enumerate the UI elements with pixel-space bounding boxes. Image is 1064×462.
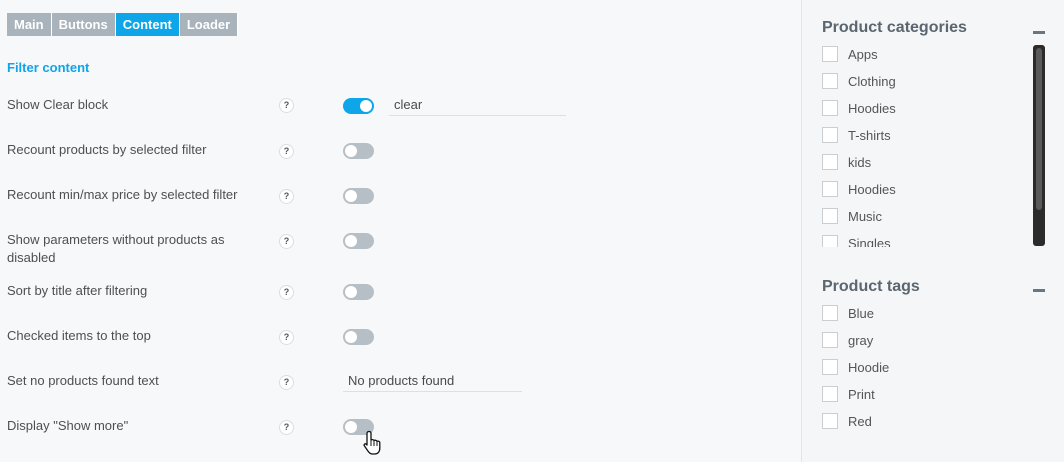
tab-main[interactable]: Main — [7, 13, 52, 36]
tag-label: gray — [848, 333, 874, 348]
clear-text-input[interactable] — [389, 94, 566, 116]
setting-label: Recount products by selected filter — [7, 142, 207, 157]
show-clear-block-toggle[interactable] — [343, 98, 374, 114]
checked-to-top-toggle[interactable] — [343, 329, 374, 345]
setting-label: Recount min/max price by selected filter — [7, 187, 238, 202]
help-icon[interactable]: ? — [279, 330, 294, 345]
checkbox[interactable] — [822, 332, 838, 348]
settings-tabs: Main Buttons Content Loader — [7, 13, 239, 36]
sort-by-title-toggle[interactable] — [343, 284, 374, 300]
tag-label: Blue — [848, 306, 875, 321]
checkbox[interactable] — [822, 154, 838, 170]
checkbox[interactable] — [822, 46, 838, 62]
checkbox[interactable] — [822, 413, 838, 429]
checkbox[interactable] — [822, 181, 838, 197]
checkbox[interactable] — [822, 359, 838, 375]
setting-label: Display "Show more" — [7, 418, 129, 433]
checkbox[interactable] — [822, 73, 838, 89]
tab-buttons[interactable]: Buttons — [51, 13, 116, 36]
categories-scrollbar[interactable] — [1033, 45, 1045, 246]
help-icon[interactable]: ? — [279, 420, 294, 435]
category-label: Music — [848, 209, 882, 224]
tab-loader[interactable]: Loader — [179, 13, 239, 36]
tab-content[interactable]: Content — [115, 13, 180, 36]
setting-label: Show Clear block — [7, 97, 109, 112]
checkbox[interactable] — [822, 127, 838, 143]
category-label: Clothing — [848, 74, 896, 89]
checkbox[interactable] — [822, 100, 838, 116]
recount-price-toggle[interactable] — [343, 188, 374, 204]
categories-list: Apps Clothing Hoodies T-shirts kids Hood… — [802, 44, 1027, 247]
scrollbar-thumb[interactable] — [1036, 48, 1042, 210]
category-label: Hoodies — [848, 101, 896, 116]
hand-cursor-icon — [363, 430, 381, 455]
category-label: T-shirts — [848, 128, 891, 143]
categories-collapse-icon[interactable] — [1033, 31, 1045, 34]
category-label: Apps — [848, 47, 878, 62]
setting-label: Sort by title after filtering — [7, 283, 148, 298]
show-params-disabled-toggle[interactable] — [343, 233, 374, 249]
tag-label: Hoodie — [848, 360, 890, 375]
category-label: kids — [848, 155, 872, 170]
checkbox[interactable] — [822, 235, 838, 247]
filter-settings-panel: Main Buttons Content Loader Filter conte… — [0, 0, 801, 462]
section-title: Filter content — [7, 60, 90, 75]
help-icon[interactable]: ? — [279, 285, 294, 300]
tags-widget-title: Product tags — [822, 278, 920, 295]
setting-label: Checked items to the top — [7, 328, 151, 343]
setting-label: Set no products found text — [7, 373, 159, 388]
setting-label: Show parameters without products as disa… — [7, 232, 225, 265]
category-label: Hoodies — [848, 182, 896, 197]
tag-label: Print — [848, 387, 875, 402]
checkbox[interactable] — [822, 305, 838, 321]
tags-collapse-icon[interactable] — [1033, 289, 1045, 292]
categories-widget-title: Product categories — [822, 19, 967, 36]
help-icon[interactable]: ? — [279, 144, 294, 159]
checkbox[interactable] — [822, 386, 838, 402]
help-icon[interactable]: ? — [279, 234, 294, 249]
checkbox[interactable] — [822, 208, 838, 224]
recount-products-toggle[interactable] — [343, 143, 374, 159]
help-icon[interactable]: ? — [279, 98, 294, 113]
filter-widgets-sidebar: Product categories Apps Clothing Hoodies… — [801, 0, 1064, 462]
help-icon[interactable]: ? — [279, 375, 294, 390]
no-products-text-input[interactable] — [343, 370, 522, 392]
category-label: Singles — [848, 236, 891, 247]
help-icon[interactable]: ? — [279, 189, 294, 204]
tag-label: Red — [848, 414, 872, 429]
